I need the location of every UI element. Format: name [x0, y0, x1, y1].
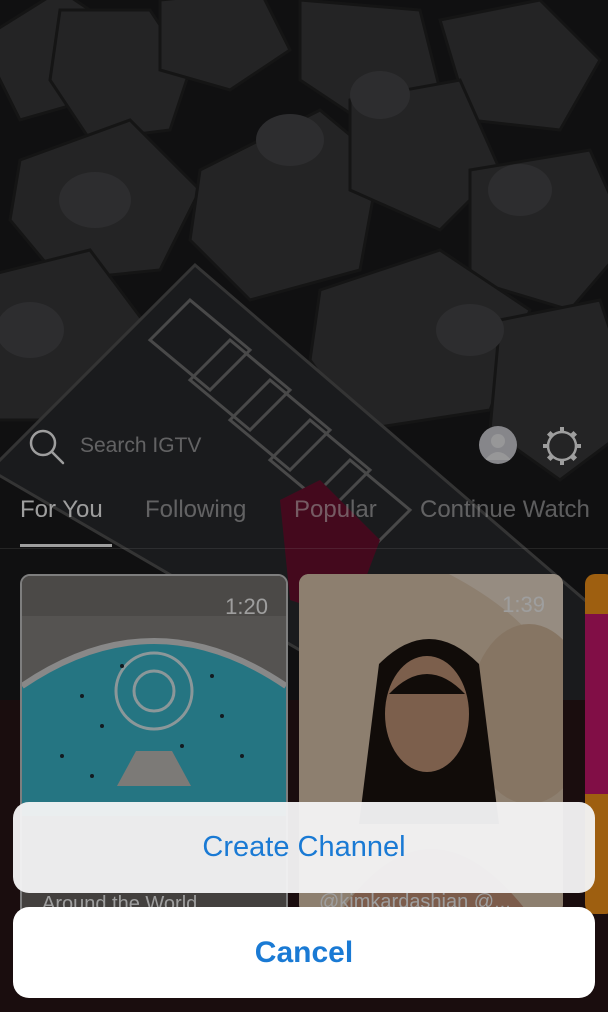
search-icon: [29, 429, 65, 465]
cancel-button[interactable]: Cancel: [13, 907, 595, 998]
gear-icon[interactable]: [541, 425, 583, 467]
tab-bar: For You Following Popular Continue Watch: [0, 488, 608, 549]
search-bar[interactable]: Search IGTV: [0, 420, 608, 476]
tab-for-you[interactable]: For You: [20, 496, 103, 524]
video-duration: 1:39: [502, 592, 545, 617]
tab-popular[interactable]: Popular: [294, 496, 377, 524]
profile-avatar-icon[interactable]: [479, 426, 517, 464]
active-tab-indicator: [20, 544, 112, 547]
video-duration: 1:20: [225, 594, 268, 619]
tab-following[interactable]: Following: [145, 496, 246, 524]
create-channel-button[interactable]: Create Channel: [13, 802, 595, 893]
tab-continue-watching[interactable]: Continue Watch: [420, 496, 590, 524]
search-input[interactable]: Search IGTV: [80, 434, 201, 458]
